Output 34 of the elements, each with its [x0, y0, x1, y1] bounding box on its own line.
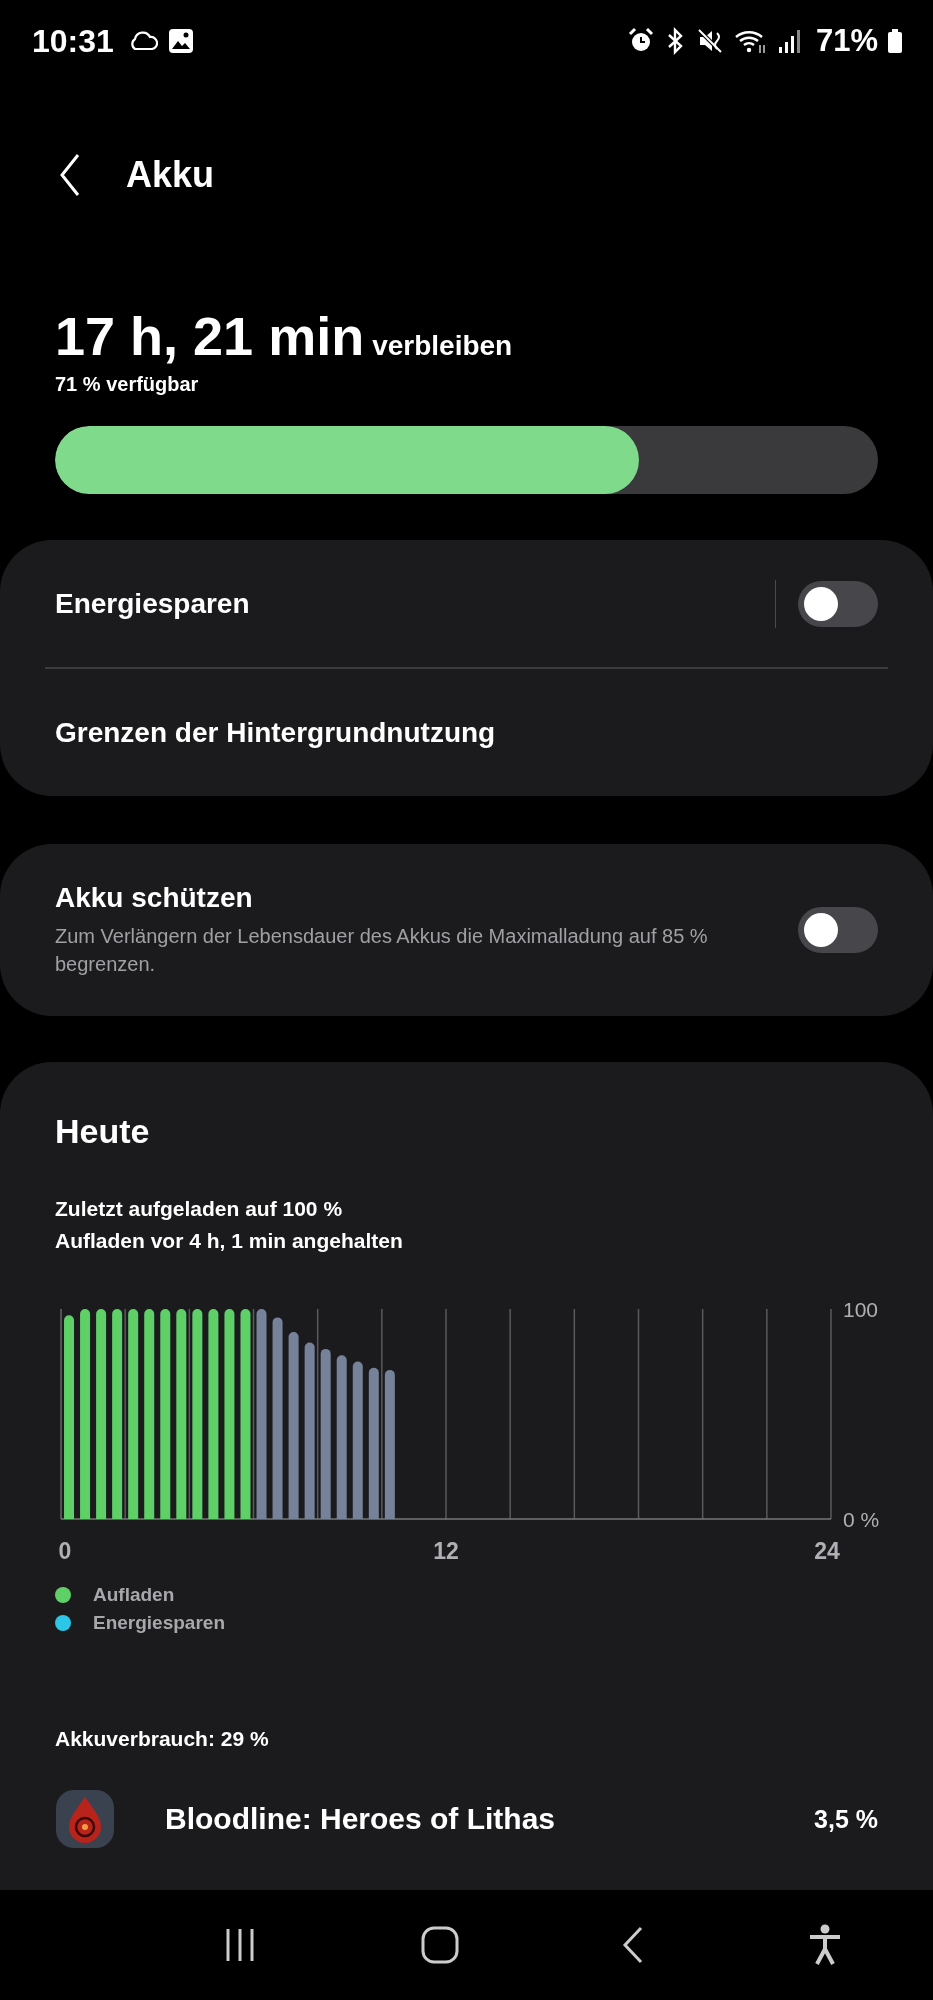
axis-label: 0 % [843, 1508, 880, 1531]
remaining-label: verbleiben [372, 330, 513, 362]
battery-percent: 71% [815, 23, 878, 59]
setting-label[interactable]: Energiesparen [55, 587, 775, 620]
axis-label: 12 [433, 1538, 459, 1564]
app-icon[interactable] [55, 1789, 115, 1849]
back-icon[interactable] [58, 152, 82, 197]
axis-label: 100 [843, 1298, 879, 1321]
setting-description: Zum Verlängern der Lebensdauer des Akkus die Maximalladung auf 85 % begrenzen. [55, 924, 709, 977]
app-percent: 3,5 % [814, 1804, 878, 1834]
legend-label: Energiesparen [93, 1612, 225, 1634]
page-title: Akku [126, 153, 215, 196]
app-name[interactable]: Bloodline: Heroes of Lithas [165, 1802, 556, 1836]
legend-dot [55, 1615, 71, 1631]
axis-label: 24 [814, 1538, 840, 1564]
home-icon[interactable] [419, 1925, 460, 1965]
toggle-switch[interactable] [798, 580, 878, 627]
battery-icon [887, 28, 903, 54]
setting-label[interactable]: Akku schützen [55, 882, 758, 914]
image-icon [167, 28, 194, 54]
toggle-switch[interactable] [798, 907, 878, 953]
axis-label: 0 [58, 1538, 72, 1564]
available-text: 71 % verfügbar [55, 373, 200, 396]
mute-icon [696, 27, 725, 55]
remaining-time: 17 h, 21 min [55, 305, 365, 367]
signal-icon [776, 27, 803, 55]
charge-info: Zuletzt aufgeladen auf 100 % [55, 1196, 344, 1222]
section-title: Heute [55, 1112, 151, 1151]
setting-label[interactable]: Grenzen der Hintergrundnutzung [55, 716, 878, 749]
usage-text: Akkuverbrauch: 29 % [55, 1727, 270, 1751]
status-time: 10:31 [32, 22, 114, 60]
charge-info: Aufladen vor 4 h, 1 min angehalten [55, 1228, 404, 1254]
legend-dot [55, 1587, 71, 1603]
legend-label: Aufladen [93, 1584, 175, 1606]
